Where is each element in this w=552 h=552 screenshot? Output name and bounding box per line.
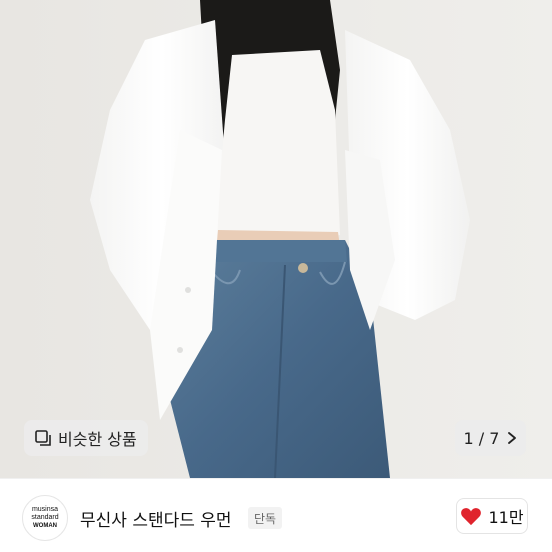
brand-logo-line: WOMAN (33, 523, 57, 529)
brand-name[interactable]: 무신사 스탠다드 우먼 (80, 506, 232, 531)
image-pager[interactable]: 1 / 7 (455, 420, 526, 456)
brand-logo-line: standard (31, 514, 59, 521)
like-button[interactable]: 11만 (456, 498, 528, 534)
similar-items-icon (34, 429, 52, 447)
chevron-right-icon[interactable] (507, 431, 517, 445)
brand-logo-line: musinsa (31, 506, 59, 513)
brand-logo[interactable]: musinsa standard WOMAN (22, 495, 68, 541)
similar-items-button[interactable]: 비슷한 상품 (24, 420, 148, 456)
product-image[interactable]: 비슷한 상품 1 / 7 (0, 0, 552, 478)
page-indicator: 1 / 7 (463, 428, 500, 448)
heart-icon (460, 506, 482, 526)
brand-bar: musinsa standard WOMAN 무신사 스탠다드 우먼 단독 11… (0, 478, 552, 552)
like-count: 11만 (488, 508, 524, 527)
product-photo (0, 0, 552, 478)
similar-items-label: 비슷한 상품 (58, 430, 137, 449)
exclusive-badge: 단독 (248, 507, 283, 529)
